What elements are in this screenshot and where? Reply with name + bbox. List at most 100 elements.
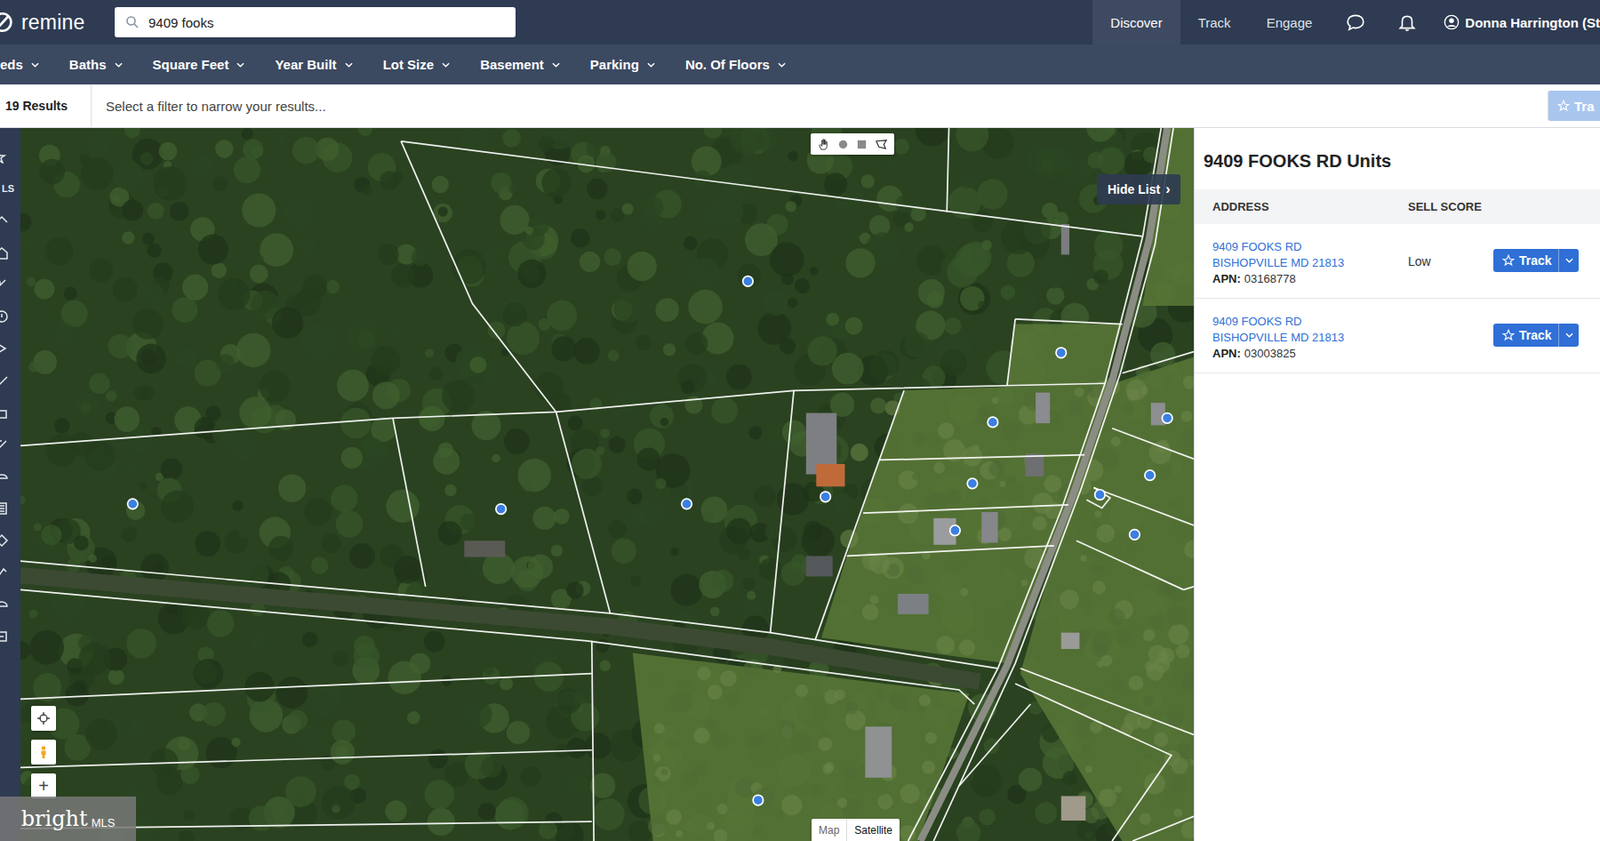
filter-dropdown[interactable]: Baths (69, 56, 123, 72)
tool-icon[interactable] (0, 245, 9, 260)
user-menu[interactable]: Donna Harrington (St (1443, 14, 1600, 31)
tool-icon[interactable] (0, 213, 9, 228)
parcel-boundary[interactable] (863, 504, 1069, 513)
parcel-boundary[interactable] (20, 560, 999, 669)
track-dropdown[interactable] (1558, 248, 1579, 272)
hide-list-button[interactable]: Hide List › (1096, 174, 1181, 205)
filter-dropdown[interactable]: Lot Size (383, 56, 451, 72)
tool-icon[interactable] (0, 533, 9, 548)
parcel-boundary[interactable] (815, 390, 904, 640)
parcel-boundary[interactable] (879, 455, 1085, 461)
tool-icon[interactable] (0, 405, 9, 420)
parcel-pin[interactable] (681, 498, 692, 509)
parcel-boundary[interactable] (392, 417, 426, 587)
parcel-boundary[interactable] (1112, 428, 1194, 459)
parcel-pin[interactable] (496, 504, 506, 514)
parcel-boundary[interactable] (1007, 319, 1016, 386)
parcel-boundary[interactable] (20, 750, 592, 768)
parcel-boundary[interactable] (20, 589, 975, 704)
parcel-boundary[interactable] (946, 128, 949, 212)
tool-icon[interactable] (0, 341, 9, 356)
parcel-boundary[interactable] (1076, 540, 1184, 590)
nav-item[interactable]: Discover (1092, 0, 1180, 45)
parcel-boundary[interactable] (20, 673, 592, 700)
parcel-boundary[interactable] (1015, 683, 1172, 841)
zoom-in-button[interactable]: + (31, 773, 56, 799)
tool-icon[interactable] (0, 149, 9, 164)
hand-icon[interactable] (816, 137, 831, 152)
parcel-boundary[interactable] (959, 704, 1031, 786)
tool-icon[interactable] (0, 309, 9, 324)
parcel-pin[interactable] (128, 498, 138, 509)
filter-dropdown[interactable]: Basement (480, 56, 560, 72)
parcel-pin[interactable] (1056, 347, 1066, 358)
street-view-button[interactable] (31, 739, 56, 765)
parcel-boundary[interactable] (1132, 816, 1194, 841)
filter-dropdown[interactable]: Square Feet (152, 56, 246, 72)
map-type-option[interactable]: Map (811, 818, 847, 841)
tool-icon[interactable] (0, 373, 9, 388)
parcel-pin[interactable] (1095, 489, 1105, 500)
filter-dropdown[interactable]: eds (0, 56, 40, 72)
nav-item[interactable]: Track (1180, 0, 1249, 45)
parcel-pin[interactable] (967, 478, 977, 488)
satellite-map[interactable]: Hide List › + MapSatellite (20, 128, 1194, 841)
parcel-boundary[interactable] (400, 141, 1143, 237)
parcel-boundary[interactable] (592, 640, 594, 841)
bell-icon[interactable] (1397, 12, 1417, 32)
parcel-pin[interactable] (752, 794, 763, 805)
parcel-boundary[interactable] (770, 390, 794, 632)
tool-icon[interactable] (0, 469, 9, 484)
map-type-option[interactable]: Satellite (846, 818, 900, 841)
parcel-boundary[interactable] (908, 128, 1162, 841)
tool-icon[interactable] (0, 629, 9, 644)
parcel-boundary[interactable] (400, 141, 556, 412)
parcel-boundary[interactable] (847, 545, 1055, 556)
parcel-boundary[interactable] (933, 128, 1174, 841)
parcel-boundary[interactable] (1184, 586, 1194, 590)
chat-icon[interactable] (1345, 12, 1366, 32)
track-all-button[interactable]: Tra (1547, 90, 1600, 121)
tool-icon[interactable] (0, 437, 9, 452)
tool-icon[interactable] (0, 501, 9, 516)
circle-icon[interactable] (836, 137, 850, 152)
parcel-pin[interactable] (950, 525, 960, 536)
filter-dropdown[interactable]: Parking (590, 56, 656, 72)
square-icon[interactable] (855, 137, 869, 152)
satellite-imagery[interactable] (20, 128, 1194, 841)
parcel-boundary[interactable] (1086, 487, 1110, 508)
city-link[interactable]: BISHOPVILLE MD 21813 (1212, 256, 1408, 270)
filter-dropdown[interactable]: Year Built (274, 56, 352, 72)
tool-icon[interactable] (0, 565, 9, 580)
street-link[interactable]: 9409 FOOKS RD (1212, 240, 1408, 254)
track-dropdown[interactable] (1558, 323, 1579, 347)
mls-tool[interactable]: LS (1, 181, 15, 196)
parcel-pin[interactable] (1144, 470, 1155, 480)
parcel-boundary[interactable] (1122, 352, 1194, 374)
search-field[interactable]: 9409 fooks (114, 7, 516, 38)
nav-item[interactable]: Engage (1248, 0, 1331, 45)
logo[interactable]: remine (0, 10, 115, 35)
locate-button[interactable] (31, 705, 56, 731)
chevron-down-icon (777, 62, 786, 68)
parcel-pin[interactable] (987, 416, 998, 427)
filter-dropdown[interactable]: No. Of Floors (685, 56, 786, 72)
tool-icon[interactable] (0, 597, 9, 612)
street-link[interactable]: 9409 FOOKS RD (1212, 314, 1408, 328)
parcel-boundary[interactable] (556, 411, 611, 613)
parcel-pin[interactable] (1161, 413, 1172, 424)
tree-canopy (391, 264, 416, 288)
polygon-icon[interactable] (874, 137, 888, 152)
track-button[interactable]: Track (1493, 323, 1579, 347)
parcel-boundary[interactable] (1020, 668, 1194, 736)
tree-canopy (893, 138, 910, 155)
parcel-boundary[interactable] (1015, 319, 1123, 325)
parcel-pin[interactable] (743, 276, 753, 287)
parcel-boundary[interactable] (1094, 487, 1194, 526)
tool-icon[interactable] (0, 277, 9, 292)
track-button[interactable]: Track (1493, 248, 1579, 272)
tree-canopy (393, 555, 422, 584)
city-link[interactable]: BISHOPVILLE MD 21813 (1212, 330, 1408, 344)
parcel-pin[interactable] (1129, 529, 1140, 540)
parcel-pin[interactable] (820, 491, 831, 502)
